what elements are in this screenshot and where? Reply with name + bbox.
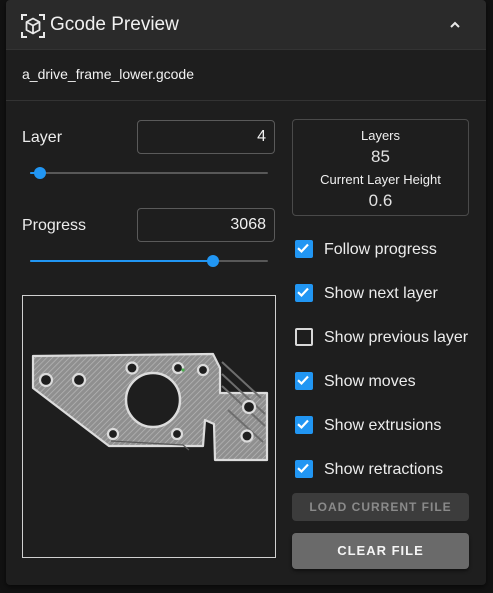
- checkbox-label: Follow progress: [324, 241, 437, 258]
- file-name: a_drive_frame_lower.gcode: [22, 66, 194, 82]
- layer-slider-track[interactable]: [30, 172, 268, 174]
- clear-file-button[interactable]: CLEAR FILE: [292, 533, 469, 569]
- layer-label: Layer: [22, 129, 63, 146]
- checkmark-icon: [297, 287, 309, 298]
- show-previous-layer-checkbox[interactable]: Show previous layer: [294, 326, 479, 350]
- checkbox-icon[interactable]: [295, 328, 313, 346]
- panel-title: Gcode Preview: [50, 14, 179, 35]
- show-retractions-checkbox[interactable]: Show retractions: [294, 458, 479, 482]
- layer-info-box: Layers 85 Current Layer Height 0.6: [292, 119, 469, 216]
- checkbox-label: Show moves: [324, 373, 416, 390]
- gcode-preview-canvas[interactable]: [22, 295, 276, 558]
- load-current-file-button[interactable]: LOAD CURRENT FILE: [292, 493, 469, 521]
- checkmark-icon: [297, 375, 309, 386]
- layers-value: 85: [371, 147, 390, 166]
- progress-slider-fill: [30, 260, 214, 262]
- checkbox-label: Show previous layer: [324, 329, 469, 346]
- divider: [6, 100, 486, 101]
- part-render: [31, 352, 269, 462]
- chevron-up-icon[interactable]: [448, 18, 462, 32]
- checkbox-icon[interactable]: [295, 240, 313, 258]
- progress-slider[interactable]: [30, 253, 268, 269]
- progress-slider-thumb[interactable]: [207, 255, 220, 267]
- layer-height-label: Current Layer Height: [320, 172, 441, 187]
- checkbox-icon[interactable]: [295, 284, 313, 302]
- layer-input[interactable]: [138, 121, 274, 153]
- layer-height-value: 0.6: [368, 191, 393, 210]
- checkbox-icon[interactable]: [295, 372, 313, 390]
- checkbox-icon[interactable]: [295, 460, 313, 478]
- progress-field[interactable]: [137, 208, 275, 242]
- center-hole: [124, 371, 182, 429]
- show-extrusions-checkbox[interactable]: Show extrusions: [294, 414, 479, 438]
- checkbox-label: Show next layer: [324, 285, 438, 302]
- show-next-layer-checkbox[interactable]: Show next layer: [294, 282, 479, 306]
- checkmark-icon: [297, 463, 309, 474]
- progress-input[interactable]: [138, 209, 274, 241]
- checkmark-icon: [297, 419, 309, 430]
- progress-label: Progress: [22, 217, 87, 234]
- layer-field[interactable]: [137, 120, 275, 154]
- cube-icon: [21, 14, 45, 38]
- layer-slider-thumb[interactable]: [33, 167, 46, 179]
- checkbox-label: Show retractions: [324, 461, 444, 478]
- checkbox-label: Show extrusions: [324, 417, 442, 434]
- checkbox-icon[interactable]: [295, 416, 313, 434]
- layer-slider[interactable]: [30, 165, 268, 181]
- panel-header[interactable]: Gcode Preview: [6, 0, 486, 50]
- follow-progress-checkbox[interactable]: Follow progress: [294, 238, 479, 262]
- checkmark-icon: [297, 243, 309, 254]
- show-moves-checkbox[interactable]: Show moves: [294, 370, 479, 394]
- layers-label: Layers: [360, 128, 401, 143]
- gcode-preview-panel: Gcode Preview a_drive_frame_lower.gcode …: [6, 0, 486, 585]
- nozzle-marker: [181, 368, 185, 372]
